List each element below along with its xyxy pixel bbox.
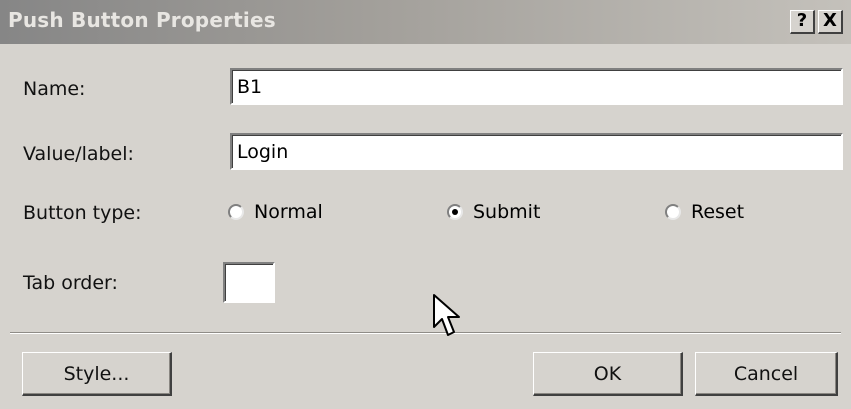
- cancel-button[interactable]: Cancel: [695, 352, 838, 396]
- dialog-title: Push Button Properties: [8, 8, 276, 32]
- push-button-properties-dialog: Push Button Properties ? X Name: Value/l…: [0, 0, 851, 409]
- name-label: Name:: [23, 78, 86, 100]
- style-button-label: Style...: [63, 362, 130, 385]
- button-type-label: Button type:: [23, 202, 142, 224]
- radio-normal-label: Normal: [254, 201, 323, 223]
- title-bar[interactable]: Push Button Properties ? X: [0, 0, 851, 44]
- radio-reset[interactable]: Reset: [665, 198, 744, 226]
- radio-normal[interactable]: Normal: [228, 198, 323, 226]
- tab-order-label: Tab order:: [23, 272, 118, 294]
- style-button[interactable]: Style...: [22, 352, 172, 396]
- close-button[interactable]: X: [818, 10, 843, 34]
- radio-submit-label: Submit: [473, 201, 541, 223]
- radio-reset-circle[interactable]: [665, 204, 681, 220]
- radio-submit-circle[interactable]: [447, 204, 463, 220]
- close-icon: X: [823, 10, 837, 31]
- ok-button-label: OK: [593, 362, 622, 385]
- separator: [10, 332, 841, 334]
- name-field[interactable]: [230, 68, 843, 105]
- cancel-button-label: Cancel: [733, 362, 799, 385]
- radio-reset-label: Reset: [691, 201, 745, 223]
- radio-submit[interactable]: Submit: [447, 198, 540, 226]
- help-button[interactable]: ?: [790, 10, 815, 34]
- radio-normal-circle[interactable]: [228, 204, 244, 220]
- value-label-field[interactable]: [230, 133, 843, 170]
- help-icon: ?: [796, 10, 808, 31]
- ok-button[interactable]: OK: [533, 352, 683, 396]
- value-label-label: Value/label:: [23, 143, 134, 165]
- mouse-pointer-icon: [433, 294, 460, 336]
- tab-order-field[interactable]: [223, 262, 275, 303]
